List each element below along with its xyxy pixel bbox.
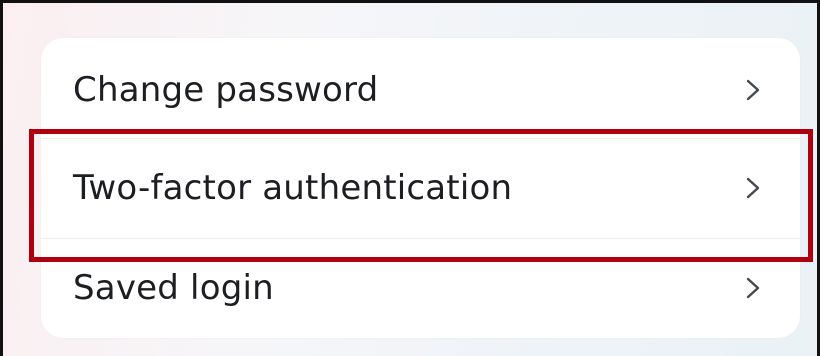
screenshot-frame: Change password Two-factor authenticatio… [0, 0, 820, 356]
two-factor-authentication-row[interactable]: Two-factor authentication [41, 138, 800, 238]
chevron-right-icon [742, 79, 764, 101]
change-password-label: Change password [73, 70, 379, 110]
chevron-right-icon [742, 177, 764, 199]
saved-login-label: Saved login [73, 268, 274, 308]
chevron-right-icon [742, 277, 764, 299]
security-settings-card: Change password Two-factor authenticatio… [41, 38, 800, 338]
saved-login-row[interactable]: Saved login [41, 238, 800, 338]
change-password-row[interactable]: Change password [41, 40, 800, 140]
two-factor-authentication-label: Two-factor authentication [73, 168, 513, 208]
